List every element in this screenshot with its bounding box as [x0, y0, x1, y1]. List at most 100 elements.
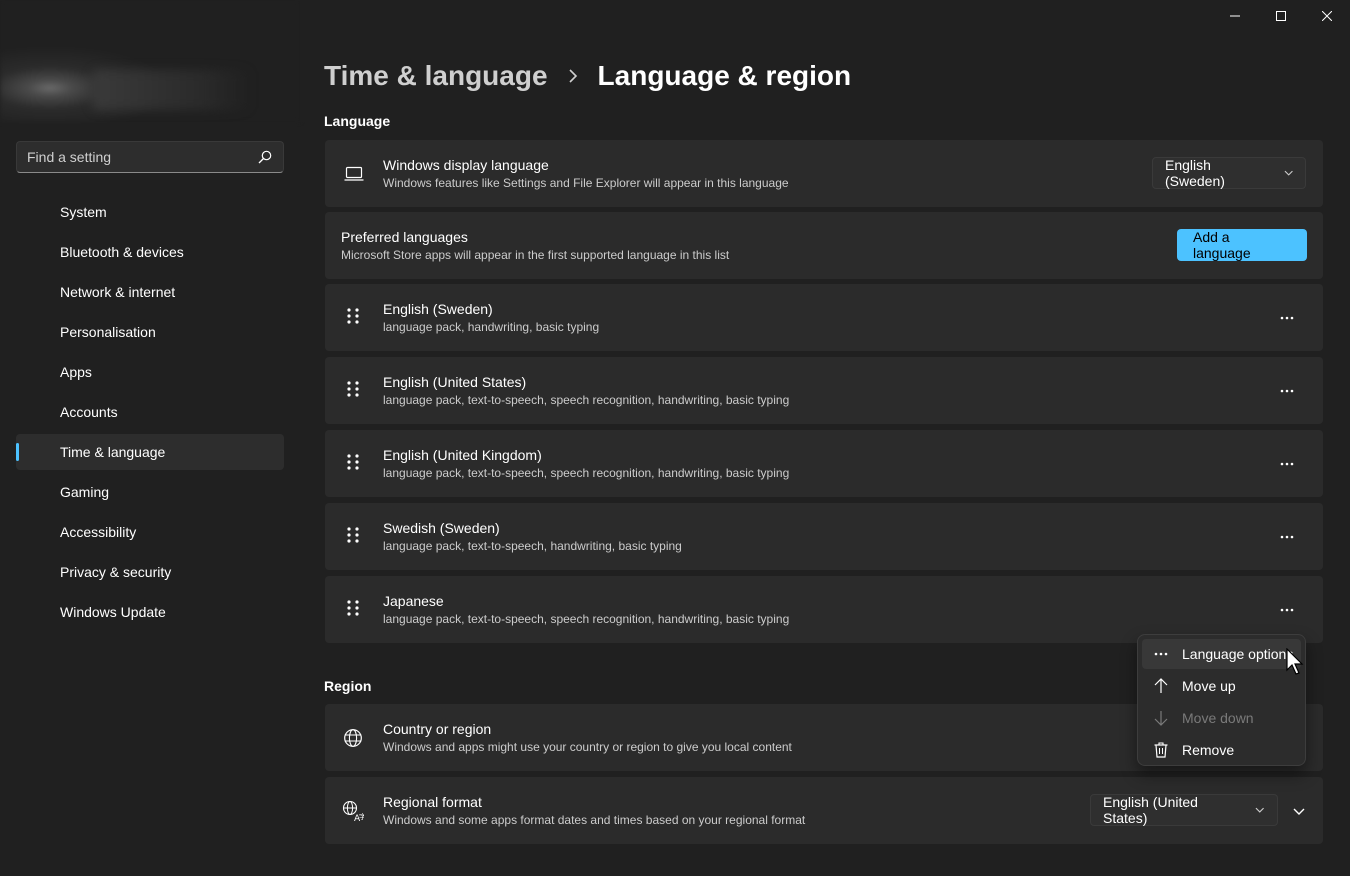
sidebar-item-label: Accessibility — [60, 524, 137, 540]
language-row[interactable]: Swedish (Sweden) language pack, text-to-… — [325, 503, 1323, 570]
search-input[interactable] — [27, 149, 257, 165]
sidebar-item-accounts[interactable]: Accounts — [16, 394, 284, 430]
expand-button[interactable] — [1287, 799, 1311, 823]
country-region-title: Country or region — [383, 721, 492, 737]
more-icon — [1280, 316, 1294, 320]
sidebar-item-label: Privacy & security — [60, 564, 172, 580]
maximize-icon — [1276, 11, 1286, 21]
language-row[interactable]: Japanese language pack, text-to-speech, … — [325, 576, 1323, 643]
display-language-title: Windows display language — [383, 157, 549, 173]
menu-item-label: Language options — [1182, 646, 1294, 662]
display-language-subtitle: Windows features like Settings and File … — [383, 176, 789, 190]
breadcrumb-parent-link[interactable]: Time & language — [324, 60, 548, 92]
chevron-down-icon — [1256, 807, 1265, 813]
display-language-value: English (Sweden) — [1165, 157, 1225, 189]
menu-item-label: Move down — [1182, 710, 1254, 726]
menu-item-move-down: Move down — [1142, 703, 1301, 733]
language-features: language pack, handwriting, basic typing — [383, 320, 600, 334]
settings-window: System Bluetooth & devices Network & int… — [0, 0, 1350, 876]
more-options-button[interactable] — [1271, 525, 1303, 549]
section-title-region: Region — [324, 678, 372, 694]
sidebar-item-label: Windows Update — [60, 604, 166, 620]
regional-format-subtitle: Windows and some apps format dates and t… — [383, 813, 806, 827]
minimize-icon — [1230, 15, 1240, 17]
menu-item-move-up[interactable]: Move up — [1142, 671, 1301, 701]
menu-item-language-options[interactable]: Language options — [1142, 639, 1301, 669]
more-options-button[interactable] — [1271, 598, 1303, 622]
country-region-subtitle: Windows and apps might use your country … — [383, 740, 792, 754]
drag-handle-icon[interactable] — [345, 525, 361, 545]
chevron-down-icon — [1284, 170, 1293, 176]
sidebar-item-network-internet[interactable]: Network & internet — [16, 274, 284, 310]
menu-item-label: Move up — [1182, 678, 1236, 694]
more-icon — [1280, 608, 1294, 612]
language-name: English (Sweden) — [383, 301, 493, 317]
breadcrumb: Time & language Language & region — [324, 56, 851, 96]
arrow-down-icon — [1152, 709, 1170, 727]
close-icon — [1322, 11, 1332, 21]
sidebar-item-label: Personalisation — [60, 324, 156, 340]
more-icon — [1280, 389, 1294, 393]
drag-handle-icon[interactable] — [345, 379, 361, 399]
trash-icon — [1152, 741, 1170, 759]
page-title: Language & region — [597, 60, 852, 91]
preferred-languages-subtitle: Microsoft Store apps will appear in the … — [341, 248, 730, 262]
sidebar-item-accessibility[interactable]: Accessibility — [16, 514, 284, 550]
account-name-blurred — [92, 70, 252, 110]
regional-format-title: Regional format — [383, 794, 482, 810]
display-language-dropdown[interactable]: English (Sweden) — [1152, 157, 1306, 189]
language-name: Japanese — [383, 593, 444, 609]
more-icon — [1152, 645, 1170, 663]
laptop-icon — [342, 162, 366, 186]
sidebar-item-label: Apps — [60, 364, 92, 380]
maximize-button[interactable] — [1258, 0, 1304, 32]
language-name: Swedish (Sweden) — [383, 520, 500, 536]
search-icon[interactable] — [257, 149, 273, 165]
language-name: English (United States) — [383, 374, 527, 390]
sidebar-item-privacy-security[interactable]: Privacy & security — [16, 554, 284, 590]
language-features: language pack, text-to-speech, speech re… — [383, 393, 790, 407]
more-options-button[interactable] — [1271, 452, 1303, 476]
more-options-button[interactable] — [1271, 306, 1303, 330]
sidebar-item-label: System — [60, 204, 107, 220]
search-box[interactable] — [16, 141, 284, 173]
regional-format-value: English (United States) — [1103, 794, 1198, 826]
drag-handle-icon[interactable] — [345, 452, 361, 472]
sidebar-item-personalisation[interactable]: Personalisation — [16, 314, 284, 350]
preferred-languages-title: Preferred languages — [341, 229, 468, 245]
regional-format-dropdown[interactable]: English (United States) — [1090, 794, 1278, 826]
sidebar-item-label: Accounts — [60, 404, 118, 420]
language-row[interactable]: English (Sweden) language pack, handwrit… — [325, 284, 1323, 351]
sidebar-item-label: Gaming — [60, 484, 110, 500]
minimize-button[interactable] — [1212, 0, 1258, 32]
language-row[interactable]: English (United Kingdom) language pack, … — [325, 430, 1323, 497]
menu-item-remove[interactable]: Remove — [1142, 735, 1301, 765]
arrow-up-icon — [1152, 677, 1170, 695]
sidebar-item-gaming[interactable]: Gaming — [16, 474, 284, 510]
language-features: language pack, text-to-speech, speech re… — [383, 466, 790, 480]
display-language-card: Windows display language Windows feature… — [325, 140, 1323, 207]
regional-format-icon: A字 — [341, 799, 365, 823]
sidebar-item-label: Time & language — [60, 444, 166, 460]
globe-icon — [341, 726, 365, 750]
sidebar-item-windows-update[interactable]: Windows Update — [16, 594, 284, 630]
sidebar-item-apps[interactable]: Apps — [16, 354, 284, 390]
language-features: language pack, text-to-speech, handwriti… — [383, 539, 682, 553]
language-row[interactable]: English (United States) language pack, t… — [325, 357, 1323, 424]
drag-handle-icon[interactable] — [345, 598, 361, 618]
sidebar-item-time-language[interactable]: Time & language — [16, 434, 284, 470]
sidebar-item-bluetooth-devices[interactable]: Bluetooth & devices — [16, 234, 284, 270]
section-title-language: Language — [324, 113, 391, 129]
more-icon — [1280, 535, 1294, 539]
chevron-down-icon — [1293, 808, 1305, 815]
more-options-button[interactable] — [1271, 379, 1303, 403]
sidebar-item-system[interactable]: System — [16, 194, 284, 230]
svg-text:字: 字 — [359, 812, 364, 821]
more-icon — [1280, 462, 1294, 466]
close-button[interactable] — [1304, 0, 1350, 32]
mouse-cursor-icon — [1286, 648, 1304, 675]
add-language-button[interactable]: Add a language — [1177, 229, 1307, 261]
sidebar-item-label: Network & internet — [60, 284, 176, 300]
drag-handle-icon[interactable] — [345, 306, 361, 326]
language-context-menu: Language options Move up Move down Remov… — [1137, 634, 1306, 766]
